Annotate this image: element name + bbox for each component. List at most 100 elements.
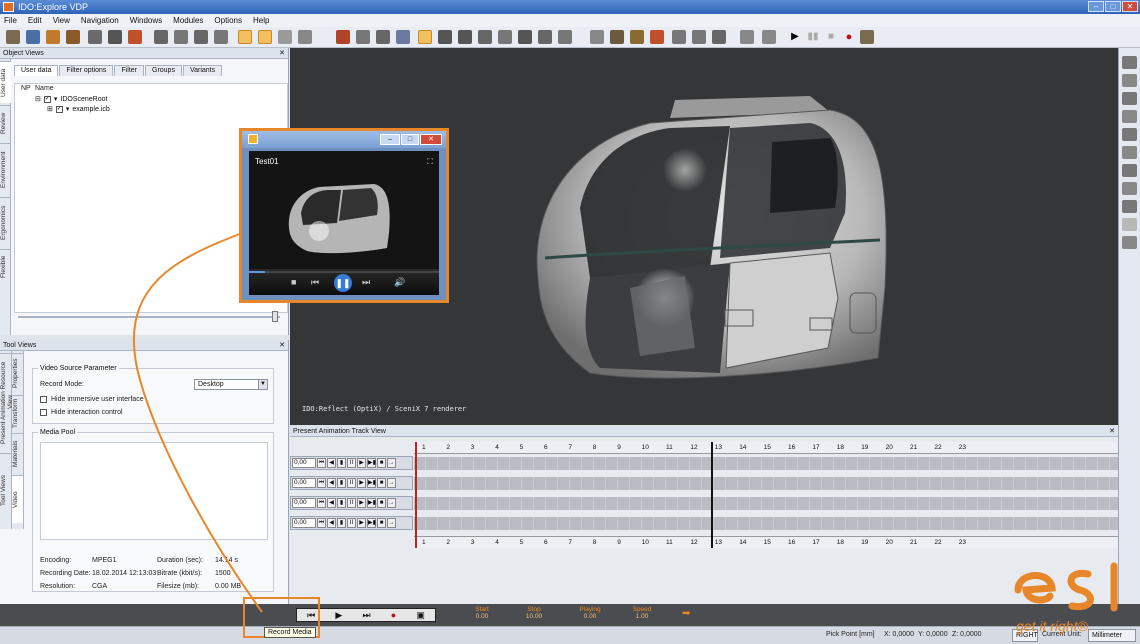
hide-interaction-checkbox[interactable] (40, 409, 47, 416)
tool-icon-25[interactable] (860, 30, 874, 44)
track-timeline[interactable] (414, 457, 1118, 470)
media-pool-list[interactable] (40, 442, 268, 540)
track-value-field[interactable]: 0,00 (292, 518, 316, 528)
open-icon[interactable] (6, 30, 20, 44)
play-button[interactable]: ▶ (357, 498, 366, 508)
frame-button[interactable]: ▮ (337, 478, 346, 488)
visibility-checkbox[interactable]: ✓ (43, 95, 51, 103)
player-volume-icon[interactable]: 🔊 (394, 277, 405, 288)
axis-icon-1[interactable] (1122, 110, 1137, 123)
side-tab-flexible[interactable]: Flexible (0, 249, 11, 283)
axis-icon-2[interactable] (1122, 128, 1137, 141)
tool-icon-18[interactable] (590, 30, 604, 44)
maximize-button[interactable]: □ (1105, 1, 1121, 12)
zoom-slider-handle[interactable] (272, 311, 278, 322)
snapshot-icon[interactable]: ▣ (416, 610, 425, 621)
frame-button[interactable]: ▮ (337, 498, 346, 508)
tool-icon-10[interactable] (396, 30, 410, 44)
axis-icon-5[interactable] (1122, 182, 1137, 195)
axis-icon-6[interactable] (1122, 200, 1137, 213)
step-back-button[interactable]: ◀ (327, 518, 336, 528)
menu-options[interactable]: Options (214, 16, 242, 25)
play-button[interactable]: ▶ (357, 478, 366, 488)
minimize-button[interactable]: – (1088, 1, 1104, 12)
step-back-button[interactable]: ◀ (327, 498, 336, 508)
axis-icon-3[interactable] (1122, 146, 1137, 159)
tool-icon-7[interactable] (336, 30, 350, 44)
hide-immersive-checkbox[interactable] (40, 396, 47, 403)
player-video-area[interactable]: Test01 ⛶ (249, 151, 439, 269)
last-frame-button[interactable]: ▶▮ (367, 478, 376, 488)
side-tab-review[interactable]: Review (0, 105, 11, 141)
tool-icon-8[interactable] (356, 30, 370, 44)
menu-modules[interactable]: Modules (173, 16, 203, 25)
expand-icon[interactable]: ⊞ (47, 105, 53, 113)
navigation-icon[interactable] (1122, 56, 1137, 69)
timeline-playhead[interactable] (711, 442, 713, 548)
menu-file[interactable]: File (4, 16, 17, 25)
frame-button[interactable]: ▮ (337, 458, 346, 468)
menu-help[interactable]: Help (253, 16, 269, 25)
side-tab-properties[interactable]: Properties (12, 353, 23, 393)
next-button[interactable]: → (387, 498, 396, 508)
last-frame-button[interactable]: ▶▮ (367, 498, 376, 508)
player-next-icon[interactable]: ⏭ (362, 277, 370, 288)
menu-navigation[interactable]: Navigation (81, 16, 119, 25)
menu-windows[interactable]: Windows (130, 16, 162, 25)
next-button[interactable]: → (387, 478, 396, 488)
play-button[interactable]: ▶ (357, 518, 366, 528)
rotate-icon[interactable] (1122, 92, 1137, 105)
stop-button[interactable]: ■ (377, 458, 386, 468)
side-tab-transform[interactable]: Transform (12, 395, 23, 431)
tool-icon-21[interactable] (650, 30, 664, 44)
tool-icon-9[interactable] (376, 30, 390, 44)
tool-icon-11[interactable] (438, 30, 452, 44)
menu-edit[interactable]: Edit (28, 16, 42, 25)
close-button[interactable]: ✕ (1122, 1, 1138, 12)
panel-close-icon[interactable]: ✕ (279, 340, 285, 351)
tool-icon-6[interactable] (298, 30, 312, 44)
timeline-start-marker[interactable] (415, 442, 417, 548)
tool-icon-19[interactable] (610, 30, 624, 44)
refresh-icon[interactable] (1122, 218, 1137, 231)
stop-button[interactable]: ■ (377, 498, 386, 508)
start-field[interactable]: Start 0.00 (462, 606, 502, 620)
first-frame-button[interactable]: ⏮ (317, 498, 326, 508)
track-value-field[interactable]: 0,00 (292, 458, 316, 468)
search-icon[interactable] (108, 30, 122, 44)
pause-icon[interactable]: ▮▮ (806, 30, 820, 44)
tab-groups[interactable]: Groups (145, 65, 182, 76)
player-seek-bar[interactable] (249, 271, 439, 273)
stop-icon[interactable]: ■ (824, 30, 838, 44)
camera-icon[interactable] (672, 30, 686, 44)
next-button[interactable]: → (387, 518, 396, 528)
play-icon[interactable]: ▶ (788, 30, 802, 44)
tool-icon-4[interactable] (214, 30, 228, 44)
player-close-button[interactable]: ✕ (420, 134, 442, 145)
tool-icon-20[interactable] (630, 30, 644, 44)
tree-node-root[interactable]: ⊟ ✓ ▾ IDOSceneRoot (35, 95, 107, 103)
track-timeline[interactable] (414, 517, 1118, 530)
move-icon[interactable] (1122, 74, 1137, 87)
tool-icon-24[interactable] (762, 30, 776, 44)
step-back-button[interactable]: ◀ (327, 478, 336, 488)
arrow-right-icon[interactable]: ➡ (682, 608, 690, 619)
speed-field[interactable]: Speed 1.00 (622, 606, 662, 620)
record-icon[interactable]: ● (391, 610, 396, 620)
tab-filter-options[interactable]: Filter options (59, 65, 114, 76)
visualize-mode-icon[interactable] (418, 30, 432, 44)
tool-icon-3[interactable] (194, 30, 208, 44)
next-button[interactable]: → (387, 458, 396, 468)
collapse-icon[interactable]: ⊟ (35, 95, 41, 103)
player-stop-icon[interactable]: ■ (291, 277, 296, 287)
pdf-icon[interactable] (128, 30, 142, 44)
edit-mode-icon[interactable] (258, 30, 272, 44)
pause-button[interactable]: II (347, 498, 356, 508)
player-previous-icon[interactable]: ⏮ (311, 277, 319, 288)
import-icon[interactable] (46, 30, 60, 44)
play-button[interactable]: ▶ (357, 458, 366, 468)
track-value-field[interactable]: 0,00 (292, 498, 316, 508)
side-tab-user-data[interactable]: User data (0, 61, 11, 103)
last-frame-button[interactable]: ▶▮ (367, 458, 376, 468)
tool-icon-16[interactable] (538, 30, 552, 44)
